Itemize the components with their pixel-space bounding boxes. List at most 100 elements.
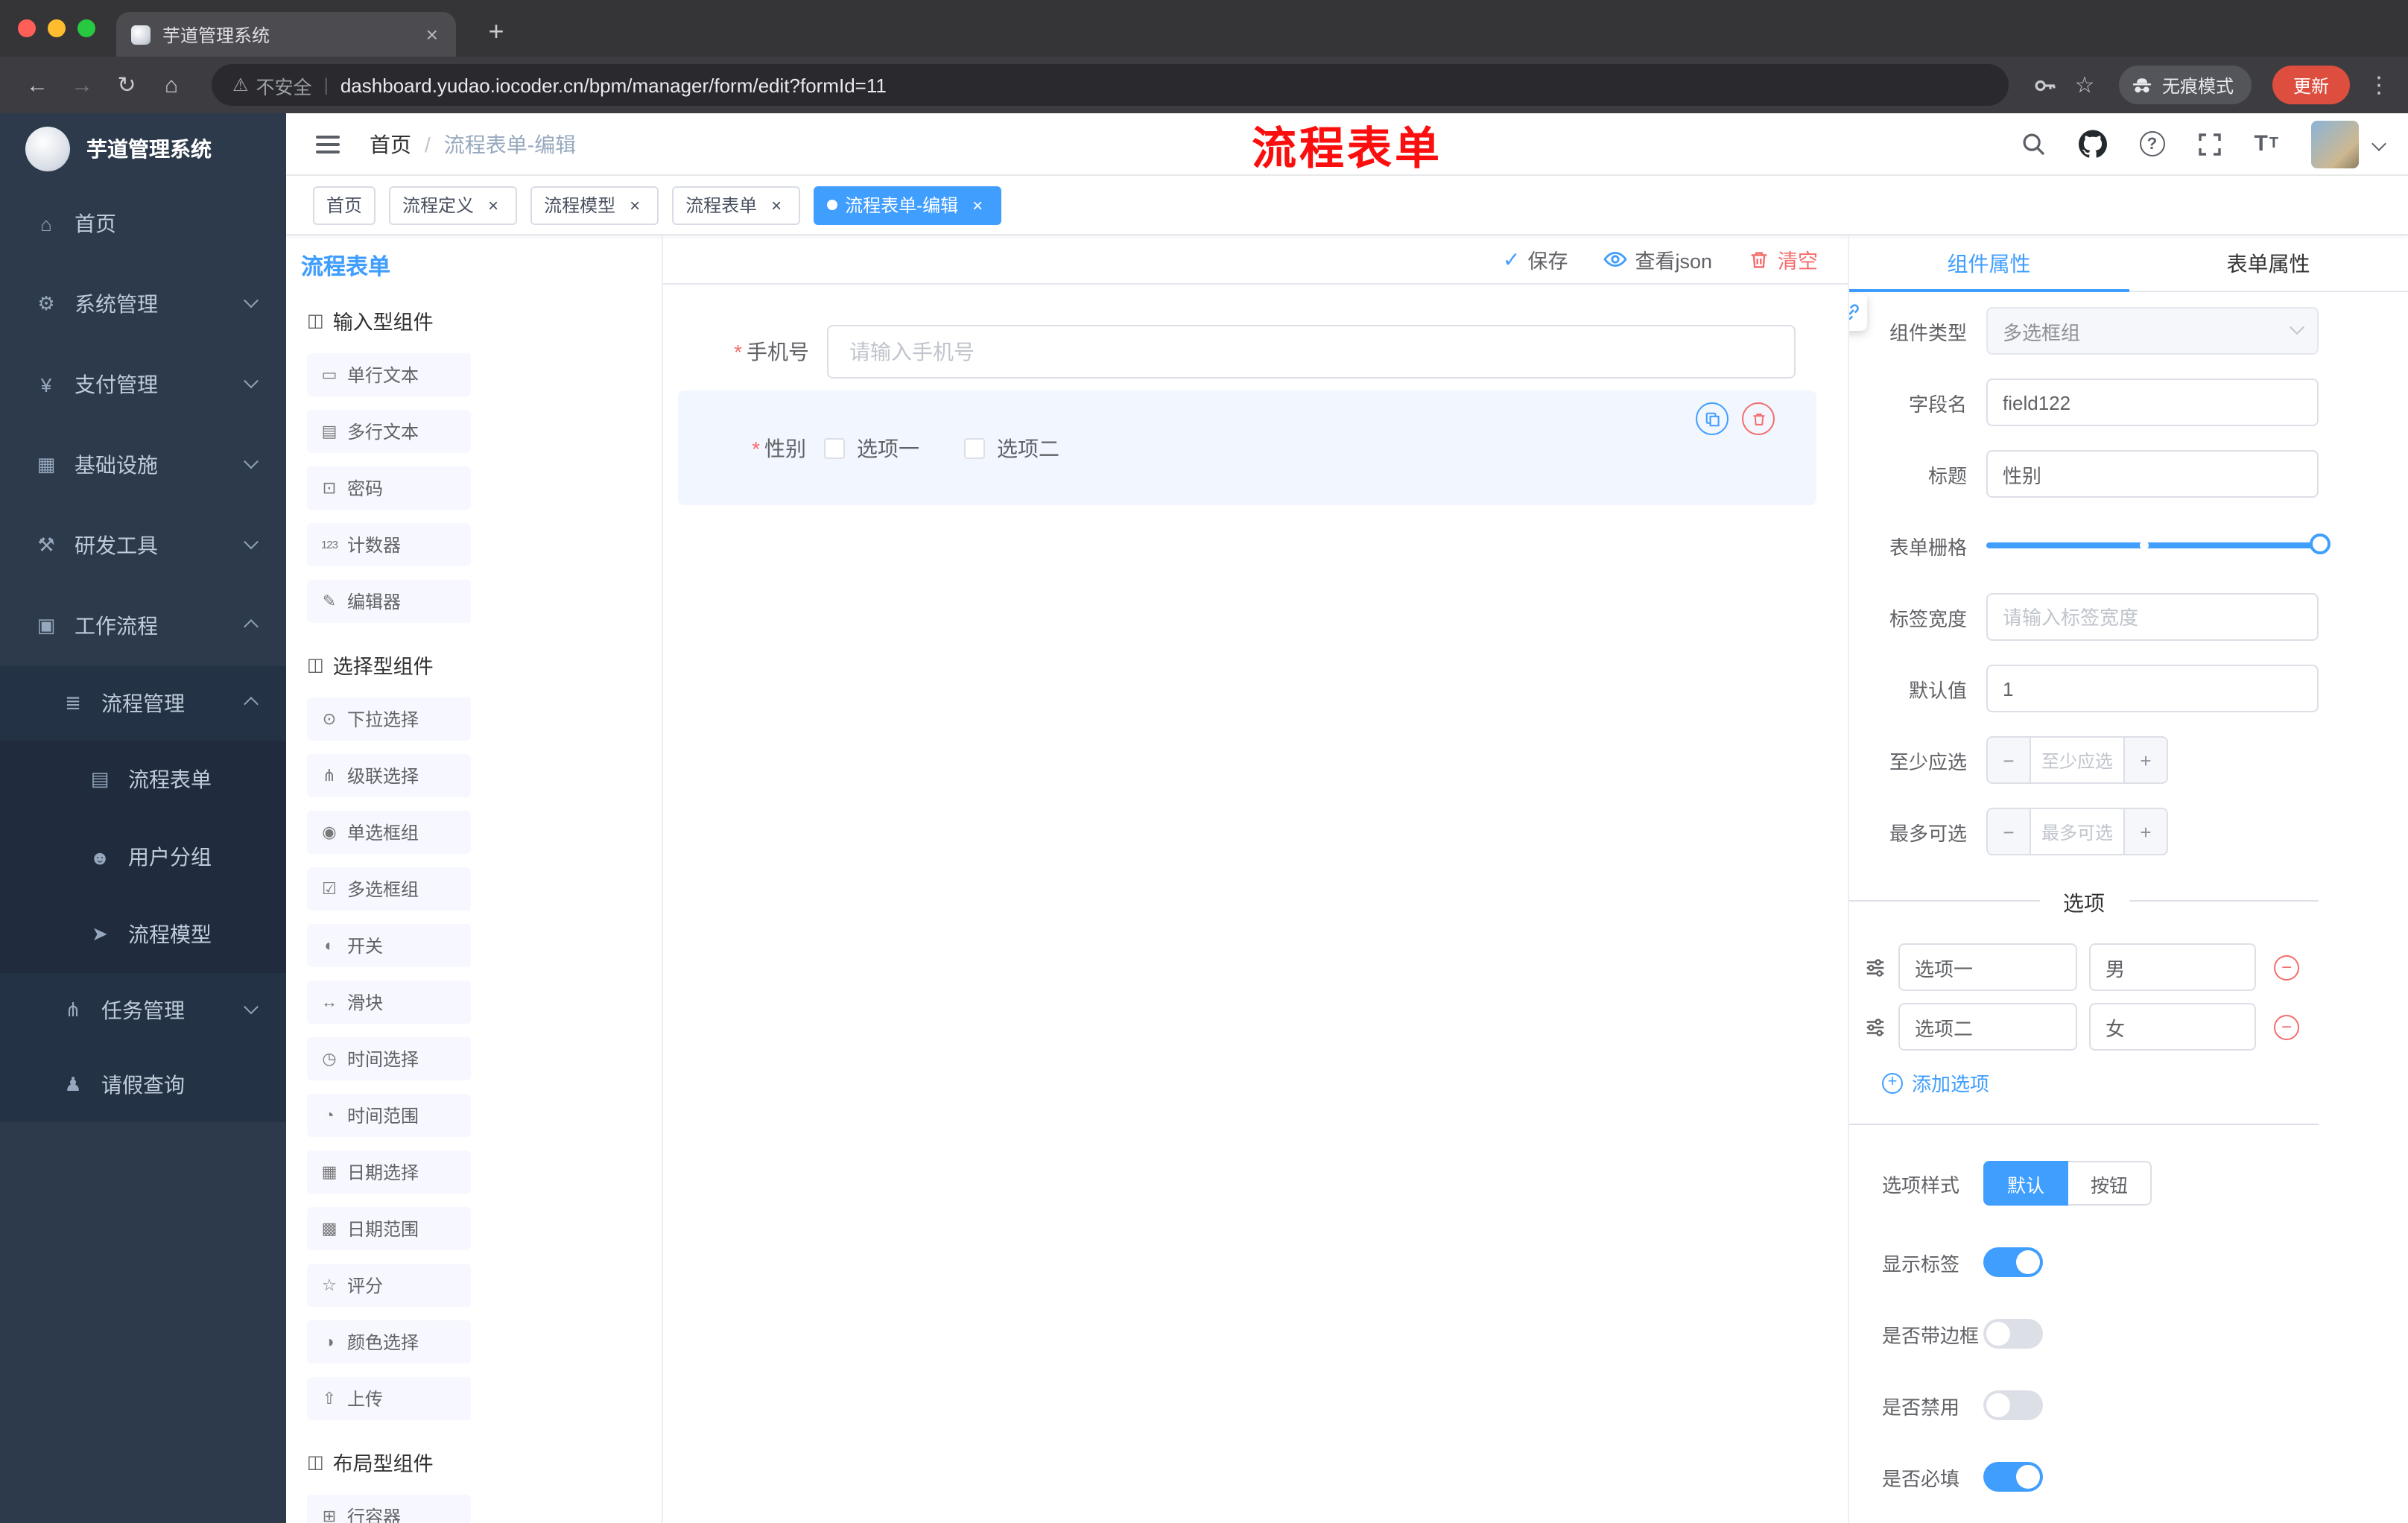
new-tab-button[interactable]: +: [477, 12, 516, 51]
sidebar-item[interactable]: ☻ 用户分组: [0, 818, 286, 896]
remove-option-button[interactable]: −: [2274, 1014, 2299, 1039]
fullscreen-icon[interactable]: [2197, 132, 2221, 156]
field-name-input[interactable]: [1986, 379, 2319, 426]
palette-component[interactable]: ◉ 单选框组: [307, 811, 471, 854]
view-json-button[interactable]: 查看json: [1603, 244, 1712, 274]
slider-handle[interactable]: [2310, 533, 2331, 554]
phone-input[interactable]: [827, 325, 1796, 379]
breadcrumb-home[interactable]: 首页: [370, 129, 411, 159]
label-width-input[interactable]: [1986, 593, 2319, 641]
palette-component[interactable]: 123 计数器: [307, 523, 471, 566]
decrease-button[interactable]: −: [1988, 738, 2031, 782]
palette-component[interactable]: ⊡ 密码: [307, 466, 471, 510]
tab-form-props[interactable]: 表单属性: [2129, 235, 2408, 291]
sidebar-item[interactable]: ≣ 流程管理: [0, 666, 286, 741]
home-button[interactable]: ⌂: [152, 66, 191, 104]
sidebar-toggle-icon[interactable]: [310, 129, 346, 159]
sidebar-item[interactable]: ⚒ 研发工具: [0, 505, 286, 586]
toggle-switch[interactable]: [1983, 1462, 2043, 1492]
save-button[interactable]: ✓ 保存: [1503, 244, 1568, 274]
delete-widget-button[interactable]: [1742, 402, 1775, 435]
palette-component[interactable]: ▩ 日期范围: [307, 1207, 471, 1250]
grid-slider[interactable]: [1986, 522, 2331, 569]
option-name-input[interactable]: [1898, 1003, 2077, 1051]
palette-component[interactable]: ▦ 日期选择: [307, 1150, 471, 1194]
clear-button[interactable]: 清空: [1748, 244, 1818, 274]
user-avatar[interactable]: [2311, 120, 2359, 168]
style-default-button[interactable]: 默认: [1983, 1161, 2069, 1206]
sidebar-item[interactable]: ⚙ 系统管理: [0, 264, 286, 344]
copy-widget-button[interactable]: [1696, 402, 1729, 435]
reload-button[interactable]: ↻: [107, 66, 146, 104]
help-icon[interactable]: ?: [2139, 131, 2165, 156]
drag-handle-icon[interactable]: [1864, 956, 1886, 978]
toggle-switch[interactable]: [1983, 1319, 2043, 1349]
palette-component[interactable]: ⇧ 上传: [307, 1377, 471, 1420]
sidebar-item[interactable]: ▤ 流程表单: [0, 741, 286, 818]
slider-track[interactable]: [1986, 533, 2331, 554]
palette-component[interactable]: ⊞ 行容器: [307, 1495, 471, 1523]
sidebar-item[interactable]: ➤ 流程模型: [0, 896, 286, 973]
address-bar[interactable]: ⚠ 不安全 | dashboard.yudao.iocoder.cn/bpm/m…: [212, 64, 2009, 106]
option-name-input[interactable]: [1898, 943, 2077, 991]
window-minimize-button[interactable]: [48, 19, 66, 37]
tag-item[interactable]: 流程表单 ×: [672, 186, 801, 224]
sidebar-item[interactable]: ▣ 工作流程: [0, 586, 286, 666]
increase-button[interactable]: +: [2123, 809, 2167, 854]
palette-component[interactable]: ⊙ 下拉选择: [307, 697, 471, 741]
tag-close-icon[interactable]: ×: [483, 194, 504, 215]
style-button-button[interactable]: 按钮: [2068, 1161, 2152, 1206]
avatar-caret-icon[interactable]: [2371, 136, 2386, 151]
font-size-icon[interactable]: TT: [2254, 131, 2278, 156]
drag-handle-icon[interactable]: [1864, 1016, 1886, 1038]
tab-close-icon[interactable]: ×: [423, 21, 441, 48]
palette-component[interactable]: ▭ 单行文本: [307, 353, 471, 396]
decrease-button[interactable]: −: [1988, 809, 2031, 854]
tab-component-props[interactable]: 组件属性: [1849, 235, 2129, 292]
sidebar-item[interactable]: ⋔ 任务管理: [0, 973, 286, 1048]
checkbox-option1[interactable]: 选项一: [824, 433, 919, 463]
password-key-icon[interactable]: [2030, 69, 2062, 101]
palette-component[interactable]: ↔ 滑块: [307, 981, 471, 1024]
palette-component[interactable]: ☑ 多选框组: [307, 867, 471, 911]
tag-close-icon[interactable]: ×: [766, 194, 787, 215]
palette-component[interactable]: ⋔ 级联选择: [307, 754, 471, 797]
tag-item[interactable]: 流程定义 ×: [389, 186, 518, 224]
sidebar-item[interactable]: ⌂ 首页: [0, 183, 286, 264]
window-zoom-button[interactable]: [77, 19, 95, 37]
github-icon[interactable]: [2078, 130, 2107, 158]
increase-button[interactable]: +: [2123, 738, 2167, 782]
forward-button[interactable]: →: [63, 66, 101, 104]
palette-component[interactable]: ◑ 颜色选择: [307, 1320, 471, 1364]
browser-menu-icon[interactable]: ⋮: [2368, 72, 2390, 98]
palette-component[interactable]: ▤ 多行文本: [307, 410, 471, 453]
window-close-button[interactable]: [18, 19, 36, 37]
browser-update-button[interactable]: 更新: [2272, 66, 2350, 104]
link-float-button[interactable]: [1849, 294, 1867, 331]
remove-option-button[interactable]: −: [2274, 954, 2299, 980]
tag-close-icon[interactable]: ×: [624, 194, 645, 215]
browser-tab[interactable]: 芋道管理系统 ×: [116, 12, 456, 57]
back-button[interactable]: ←: [18, 66, 57, 104]
palette-component[interactable]: ◷ 时间选择: [307, 1037, 471, 1080]
tag-item[interactable]: 流程模型 ×: [530, 186, 659, 224]
checkbox-option2[interactable]: 选项二: [964, 433, 1059, 463]
default-value-input[interactable]: [1986, 665, 2319, 712]
palette-component[interactable]: ✎ 编辑器: [307, 580, 471, 623]
palette-component[interactable]: ◐ 开关: [307, 924, 471, 967]
tag-item[interactable]: 首页: [313, 186, 376, 224]
component-type-select[interactable]: 多选框组: [1986, 307, 2319, 355]
canvas-field-gender-selected[interactable]: 性别 选项一 选项二: [678, 390, 1816, 505]
add-option-button[interactable]: + 添加选项: [1882, 1068, 2319, 1097]
min-stepper-value[interactable]: 至少应选: [2031, 738, 2123, 782]
toggle-switch[interactable]: [1983, 1390, 2043, 1420]
sidebar-item[interactable]: ¥ 支付管理: [0, 344, 286, 425]
max-stepper-value[interactable]: 最多可选: [2031, 809, 2123, 854]
option-value-input[interactable]: [2089, 1003, 2256, 1051]
title-input[interactable]: [1986, 450, 2319, 498]
option-value-input[interactable]: [2089, 943, 2256, 991]
sidebar-item[interactable]: ▦ 基础设施: [0, 425, 286, 505]
sidebar-item[interactable]: ♟ 请假查询: [0, 1048, 286, 1122]
palette-component[interactable]: ☆ 评分: [307, 1264, 471, 1307]
tag-item[interactable]: 流程表单-编辑 ×: [814, 186, 1002, 224]
